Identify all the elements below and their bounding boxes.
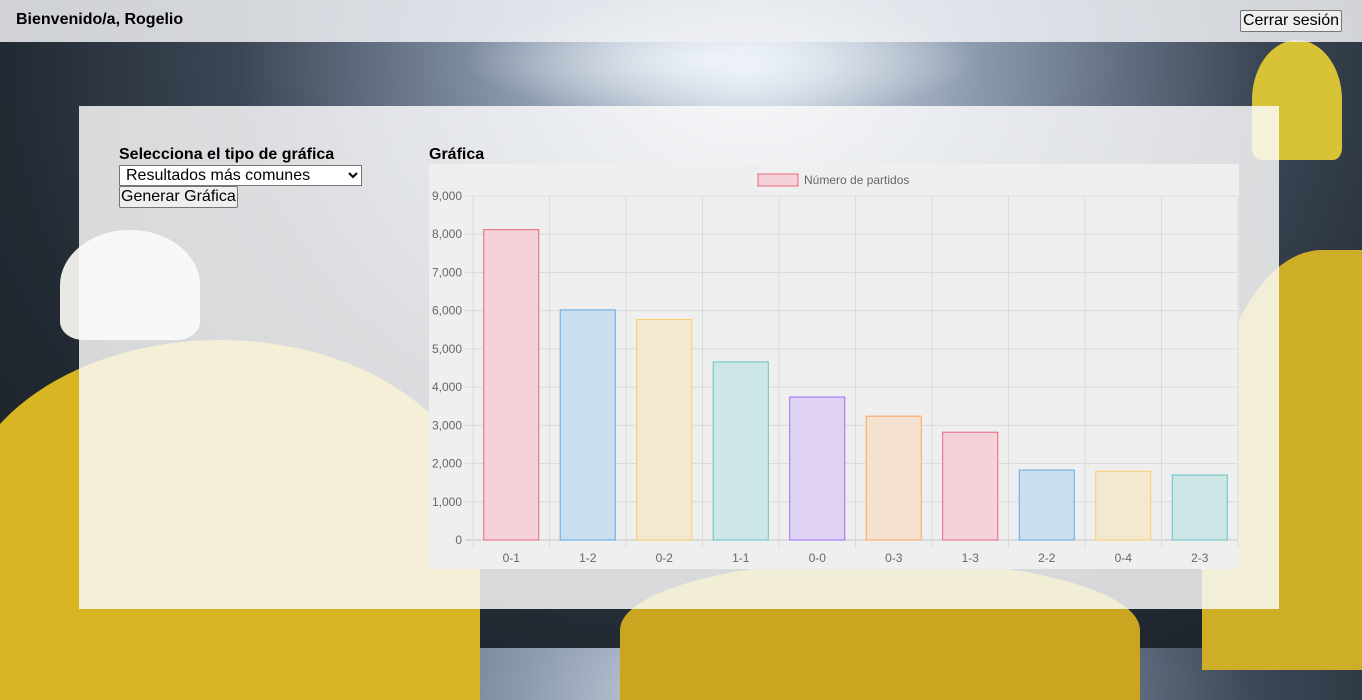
x-tick-label: 0-4 — [1115, 551, 1133, 565]
x-tick-label: 0-0 — [809, 551, 827, 565]
legend-swatch — [757, 173, 799, 187]
bar — [942, 431, 999, 541]
y-tick-label: 1,000 — [432, 495, 462, 509]
welcome-message: Bienvenido/a, Rogelio — [16, 11, 184, 28]
generate-chart-button[interactable]: Generar Gráfica — [119, 186, 238, 208]
bar-chart: 0 1,000 2,000 3,000 4,000 5,000 6,000 7,000 8,00… — [432, 173, 1239, 565]
bar — [1095, 470, 1152, 541]
x-tick-label: 1-3 — [962, 551, 980, 565]
chart-section-title: Gráfica — [429, 146, 485, 163]
logout-button[interactable]: Cerrar sesión — [1239, 10, 1342, 32]
chart-container: 0 1,000 2,000 3,000 4,000 5,000 6,000 7,000 8,00… — [429, 164, 1239, 569]
y-tick-label: 7,000 — [432, 265, 462, 279]
chart-type-select[interactable]: Resultados más comunes — [119, 165, 362, 186]
y-tick-label: 8,000 — [432, 227, 462, 241]
y-tick-label: 0 — [455, 533, 462, 547]
x-tick-label: 1-2 — [579, 551, 597, 565]
y-tick-label: 6,000 — [432, 304, 462, 318]
x-tick-label: 2-3 — [1191, 551, 1209, 565]
bar — [712, 361, 769, 541]
y-tick-label: 9,000 — [432, 189, 462, 203]
chart-controls: Selecciona el tipo de gráfica Resultados… — [119, 146, 379, 208]
bar — [559, 309, 616, 541]
bar — [636, 318, 693, 541]
y-tick-label: 5,000 — [432, 342, 462, 356]
x-tick-label: 2-2 — [1038, 551, 1056, 565]
x-tick-label: 1-1 — [732, 551, 750, 565]
y-tick-label: 3,000 — [432, 418, 462, 432]
chart-type-label: Selecciona el tipo de gráfica — [119, 146, 335, 163]
top-bar: Bienvenido/a, Rogelio Cerrar sesión — [0, 0, 1362, 42]
legend-label: Número de partidos — [804, 173, 909, 187]
y-tick-label: 2,000 — [432, 457, 462, 471]
bar — [483, 229, 540, 541]
x-tick-label: 0-2 — [656, 551, 674, 565]
y-tick-label: 4,000 — [432, 380, 462, 394]
main-panel: Selecciona el tipo de gráfica Resultados… — [79, 106, 1279, 609]
x-tick-label: 0-3 — [885, 551, 903, 565]
x-tick-label: 0-1 — [503, 551, 521, 565]
bar — [1018, 469, 1075, 541]
bar — [1171, 474, 1228, 541]
bar — [789, 396, 846, 541]
bar — [865, 415, 922, 541]
